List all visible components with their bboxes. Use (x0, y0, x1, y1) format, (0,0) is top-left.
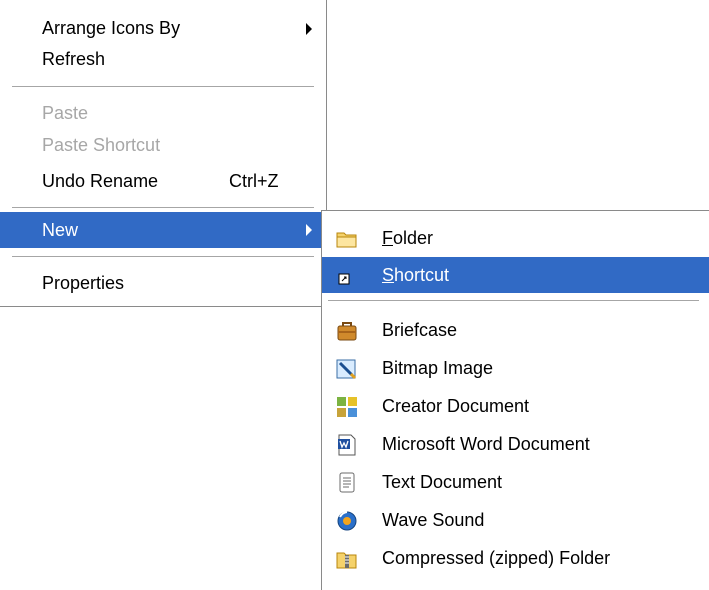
folder-icon (336, 228, 358, 250)
desktop-context-menu: Arrange Icons By Refresh Paste Paste Sho… (0, 0, 327, 307)
menu-separator (12, 207, 314, 209)
submenu-item-folder[interactable]: Folder (322, 221, 709, 258)
submenu-arrow-icon (306, 23, 312, 35)
menu-item-properties[interactable]: Properties (0, 266, 326, 303)
menu-item-label: Shortcut (382, 265, 449, 286)
zipped-folder-icon (336, 548, 358, 570)
new-submenu: Folder Shortcut Briefcase Bitmap Image C… (321, 210, 709, 590)
submenu-item-creator-document[interactable]: Creator Document (322, 389, 709, 426)
text-document-icon (336, 472, 358, 494)
submenu-item-briefcase[interactable]: Briefcase (322, 313, 709, 350)
menu-item-label: New (42, 220, 79, 240)
menu-item-shortcut: Ctrl+Z (229, 171, 279, 191)
submenu-item-text-document[interactable]: Text Document (322, 465, 709, 502)
briefcase-icon (336, 320, 358, 342)
menu-item-label: Wave Sound (382, 510, 485, 530)
menu-item-new[interactable]: New (0, 212, 326, 248)
menu-item-label: Folder (382, 228, 433, 249)
menu-item-label: Compressed (zipped) Folder (382, 548, 611, 568)
menu-separator (12, 256, 314, 258)
mnemonic-letter: S (382, 265, 395, 285)
menu-item-label: Properties (42, 273, 125, 293)
menu-item-refresh[interactable]: Refresh (0, 42, 326, 79)
menu-separator (12, 86, 314, 88)
submenu-item-wave-sound[interactable]: Wave Sound (322, 503, 709, 540)
creator-document-icon (336, 396, 358, 418)
menu-item-label: Microsoft Word Document (382, 434, 590, 454)
menu-item-label: Creator Document (382, 396, 530, 416)
submenu-item-shortcut[interactable]: Shortcut (322, 257, 709, 293)
submenu-item-compressed-folder[interactable]: Compressed (zipped) Folder (322, 541, 709, 578)
submenu-item-word-document[interactable]: Microsoft Word Document (322, 427, 709, 464)
menu-item-label: Undo Rename (42, 171, 159, 191)
menu-item-label: Briefcase (382, 320, 458, 340)
menu-item-label: Arrange Icons By (42, 18, 181, 38)
menu-item-paste-shortcut: Paste Shortcut (0, 128, 326, 165)
bitmap-image-icon (336, 358, 358, 380)
menu-separator (328, 300, 699, 302)
menu-item-label-rest: hortcut (394, 265, 450, 285)
submenu-arrow-icon (306, 224, 312, 236)
submenu-item-bitmap-image[interactable]: Bitmap Image (322, 351, 709, 388)
menu-item-undo-rename[interactable]: Undo Rename Ctrl+Z (0, 164, 326, 201)
shortcut-icon (336, 265, 358, 287)
menu-item-label-rest: older (393, 228, 434, 248)
menu-item-label: Refresh (42, 49, 106, 69)
menu-item-label: Paste Shortcut (42, 135, 161, 155)
menu-item-label: Text Document (382, 472, 503, 492)
menu-item-label: Paste (42, 103, 89, 123)
word-document-icon (336, 434, 358, 456)
mnemonic-letter: F (382, 228, 393, 248)
wave-sound-icon (336, 510, 358, 532)
menu-item-label: Bitmap Image (382, 358, 494, 378)
